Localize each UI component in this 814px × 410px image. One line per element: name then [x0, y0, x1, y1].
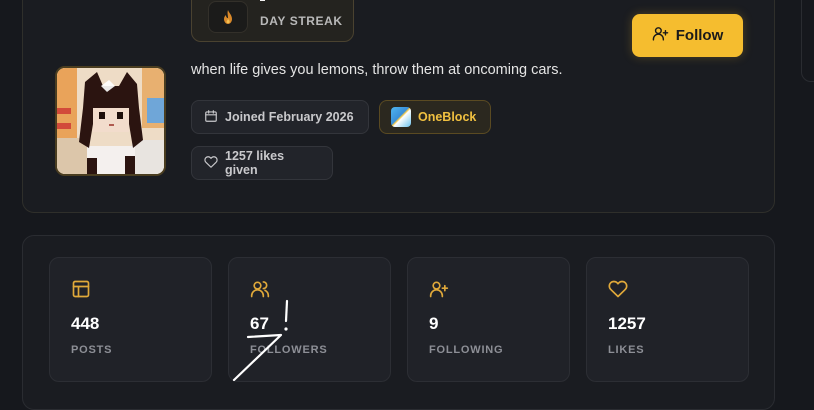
stat-value: 67	[250, 314, 269, 333]
flame-icon	[208, 1, 248, 33]
stat-label: FOLLOWERS	[250, 344, 328, 356]
stat-label: POSTS	[71, 344, 113, 356]
game-badge-label: OneBlock	[418, 110, 477, 124]
joined-label: Joined February 2026	[225, 110, 354, 124]
avatar[interactable]	[55, 66, 166, 176]
stat-posts[interactable]: 448 POSTS	[49, 257, 212, 382]
stat-followers[interactable]: 67 FOLLOWERS	[228, 257, 391, 382]
heart-icon	[608, 279, 628, 299]
joined-badge: Joined February 2026	[191, 100, 369, 134]
likes-given-label: 1257 likes given	[225, 149, 285, 177]
follow-button[interactable]: Follow	[632, 14, 743, 57]
layout-icon	[71, 279, 91, 299]
streak-count-fragment	[260, 0, 265, 1]
avatar-image	[57, 68, 164, 174]
streak-label: DAY STREAK	[260, 14, 343, 28]
calendar-icon	[204, 109, 218, 126]
follow-button-label: Follow	[675, 27, 724, 44]
side-panel-edge	[801, 0, 814, 82]
user-plus-icon	[652, 25, 669, 46]
game-badge-oneblock[interactable]: OneBlock	[379, 100, 491, 134]
bio-text: when life gives you lemons, throw them a…	[191, 62, 563, 78]
likes-given-badge: 1257 likes given	[191, 146, 333, 180]
stat-label: FOLLOWING	[429, 344, 504, 356]
stat-value: 9	[429, 314, 439, 333]
heart-icon	[204, 155, 218, 172]
users-icon	[250, 279, 270, 299]
user-plus-icon	[429, 279, 449, 299]
stat-value: 448	[71, 314, 100, 333]
stat-following[interactable]: 9 FOLLOWING	[407, 257, 570, 382]
stat-likes[interactable]: 1257 LIKES	[586, 257, 749, 382]
day-streak-box: DAY STREAK	[191, 0, 354, 42]
stat-value: 1257	[608, 314, 646, 333]
stat-label: LIKES	[608, 344, 645, 356]
oneblock-game-icon	[391, 107, 411, 127]
